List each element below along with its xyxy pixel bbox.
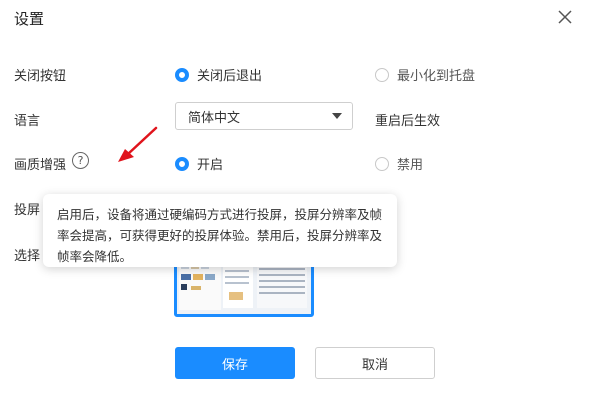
radio-unchecked-icon bbox=[375, 67, 389, 82]
language-label: 语言 bbox=[14, 114, 41, 129]
radio-checked-icon bbox=[175, 67, 189, 82]
save-button[interactable]: 保存 bbox=[175, 347, 295, 379]
radio-quality-off-label: 禁用 bbox=[397, 158, 424, 173]
cast-resolution-label: 投屏 bbox=[14, 203, 41, 218]
help-circle-icon[interactable]: ? bbox=[72, 152, 89, 169]
radio-close-exit-label: 关闭后退出 bbox=[197, 69, 263, 84]
chevron-down-icon bbox=[332, 113, 342, 119]
dialog-title: 设置 bbox=[14, 10, 45, 28]
select-label: 选择 bbox=[14, 249, 41, 264]
radio-checked-icon bbox=[175, 156, 189, 171]
language-restart-note: 重启后生效 bbox=[375, 114, 441, 129]
quality-label: 画质增强 bbox=[14, 158, 67, 173]
radio-close-exit[interactable]: 关闭后退出 bbox=[175, 65, 262, 84]
radio-quality-on-label: 开启 bbox=[197, 158, 224, 173]
screen-preview-image bbox=[177, 260, 311, 314]
language-select[interactable]: 简体中文 bbox=[175, 102, 353, 130]
quality-help-tooltip: 启用后，设备将通过硬编码方式进行投屏，投屏分辨率及帧率会提高，可获得更好的投屏体… bbox=[43, 194, 397, 267]
red-arrow-icon bbox=[118, 126, 158, 162]
cancel-button[interactable]: 取消 bbox=[315, 347, 435, 379]
radio-quality-off[interactable]: 禁用 bbox=[375, 154, 423, 173]
close-button-label: 关闭按钮 bbox=[14, 69, 67, 84]
language-select-value: 简体中文 bbox=[188, 110, 241, 126]
radio-quality-on[interactable]: 开启 bbox=[175, 154, 223, 173]
radio-close-tray[interactable]: 最小化到托盘 bbox=[375, 65, 475, 84]
close-icon[interactable] bbox=[556, 8, 574, 26]
radio-unchecked-icon bbox=[375, 156, 389, 171]
radio-close-tray-label: 最小化到托盘 bbox=[397, 69, 476, 84]
